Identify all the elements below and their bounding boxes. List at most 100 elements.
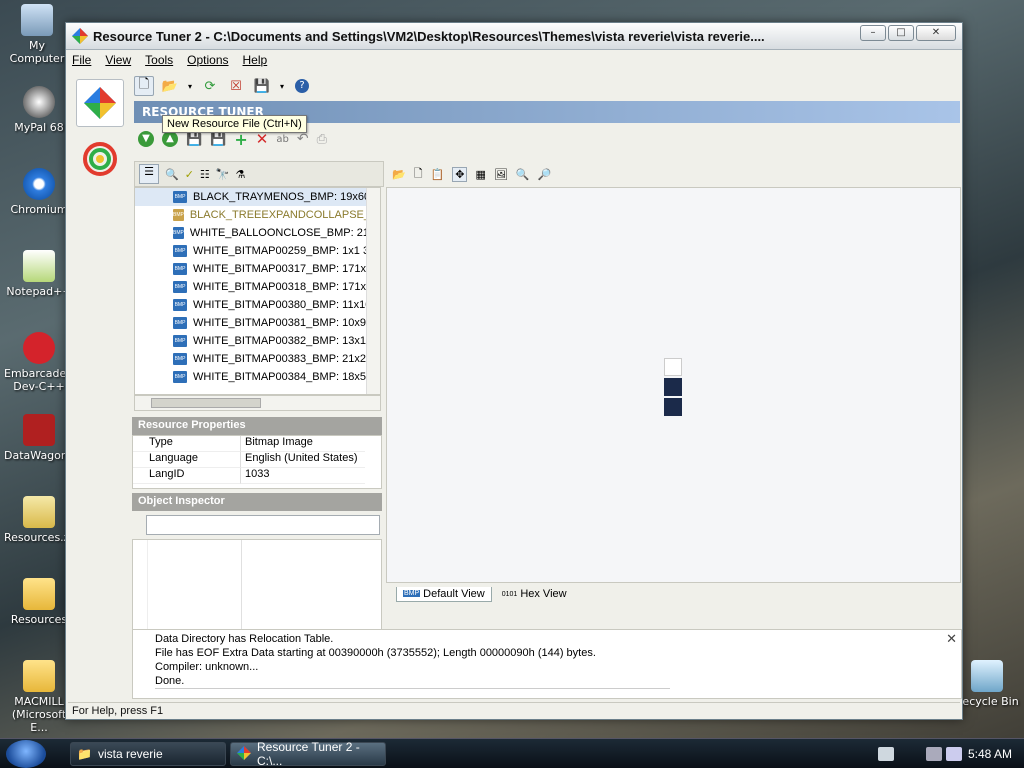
close-file-icon: ☒ [230, 78, 242, 94]
tree-item[interactable]: BMP BLACK_TRAYMENOS_BMP: 19x60 3 [135, 188, 380, 206]
close-button[interactable]: ✕ [916, 25, 956, 41]
save-icon: 💾 [253, 78, 271, 94]
volume-icon[interactable] [946, 747, 962, 761]
folder-icon [23, 578, 55, 610]
tab-default-view[interactable]: BMP Default View [396, 586, 492, 602]
menu-file[interactable]: File [72, 53, 91, 67]
tree-item[interactable]: BMP WHITE_BALLOONCLOSE_BMP: 21x5 [135, 224, 380, 242]
binoculars-icon[interactable]: 🔭 [216, 168, 230, 181]
object-inspector-select[interactable] [146, 515, 380, 535]
tree-item[interactable]: BMP WHITE_BITMAP00384_BMP: 18x50 [135, 368, 380, 386]
task-vista-reverie[interactable]: 📁 vista reverie [70, 742, 226, 766]
resource-tree[interactable]: BMP BLACK_TRAYMENOS_BMP: 19x60 3 BMP BLACK… [134, 187, 381, 395]
paste-icon[interactable]: 📋 [431, 168, 445, 181]
refresh-button[interactable]: ⟳ [200, 76, 220, 96]
object-inspector-header: Object Inspector [132, 493, 382, 511]
tree-vertical-scrollbar[interactable] [366, 188, 380, 394]
raccoon-icon [23, 86, 55, 118]
minimize-button[interactable]: – [860, 25, 886, 41]
bitmap-icon: BMP [173, 209, 184, 221]
image-icon[interactable]: 🖼 [494, 168, 508, 181]
menu-options[interactable]: Options [187, 53, 228, 67]
property-value: English (United States) [241, 452, 365, 468]
search-resource-icon[interactable]: 🔍 [165, 168, 179, 181]
property-key: Type [133, 436, 241, 452]
bitmap-icon: BMP [173, 191, 187, 203]
bitmap-icon: BMP [173, 299, 187, 311]
keyboard-icon[interactable] [878, 747, 894, 761]
tree-horizontal-scrollbar[interactable] [134, 395, 381, 411]
bitmap-icon: BMP [173, 335, 187, 347]
open-dropdown-button[interactable]: ▾ [186, 76, 194, 96]
go-up-icon[interactable]: ▲ [162, 131, 178, 147]
new-file-button[interactable]: 🗋 [134, 76, 154, 96]
resource-properties-header: Resource Properties [132, 417, 382, 435]
chromium-icon [23, 168, 55, 200]
app-icon [237, 745, 251, 763]
export-icon[interactable]: 💾 [186, 132, 202, 147]
start-button[interactable] [6, 740, 46, 768]
save-dropdown-button[interactable]: ▾ [278, 76, 286, 96]
desktop-icon-my-computer[interactable]: My Computer [2, 4, 72, 65]
tree-item[interactable]: BMP WHITE_BITMAP00259_BMP: 1x1 32 [135, 242, 380, 260]
view-tabs: BMP Default View 0101 Hex View [386, 584, 961, 604]
print-icon[interactable]: ⎙ [317, 132, 327, 147]
resource-wheel-button[interactable] [76, 135, 124, 183]
desktop-icon-chromium[interactable]: Chromium [4, 168, 74, 216]
zoom-in-icon[interactable]: 🔍 [516, 168, 530, 181]
recycle-bin-icon [971, 660, 1003, 692]
tab-hex-view[interactable]: 0101 Hex View [496, 587, 573, 601]
copy-icon[interactable]: 🗋 [414, 165, 423, 184]
menu-view[interactable]: View [105, 53, 131, 67]
close-icon[interactable]: ✕ [946, 632, 957, 646]
save-resource-icon[interactable]: 💾 [210, 132, 226, 147]
help-button[interactable]: ? [292, 76, 312, 96]
tree-item[interactable]: BMP WHITE_BITMAP00380_BMP: 11x10 [135, 296, 380, 314]
go-down-icon[interactable]: ▼ [138, 131, 154, 147]
tree-item[interactable]: BMP BLACK_TREEEXPANDCOLLAPSE_BM [135, 206, 380, 224]
desktop-icon-datawagon[interactable]: DataWagon... [4, 414, 78, 462]
task-resource-tuner[interactable]: Resource Tuner 2 - C:\... [230, 740, 386, 768]
tree-view-icon[interactable]: ☰ [139, 164, 159, 184]
tree-item[interactable]: BMP WHITE_BITMAP00381_BMP: 10x90 [135, 314, 380, 332]
tree-item[interactable]: BMP WHITE_BITMAP00317_BMP: 171x2 [135, 260, 380, 278]
preview-tile [664, 378, 682, 396]
desktop-icon-macmill[interactable]: MACMILL (Microsoft E... [4, 660, 74, 734]
fit-icon[interactable]: ▦ [475, 168, 485, 181]
undo-icon[interactable]: ↶ [297, 131, 309, 147]
desktop-icon-devcpp[interactable]: Embarcadero Dev-C++ [4, 332, 77, 393]
open-folder-icon: 📂 [161, 78, 179, 94]
zoom-out-icon[interactable]: 🔎 [538, 168, 552, 181]
zip-icon [23, 496, 55, 528]
compare-icon[interactable]: ⚗ [236, 168, 246, 181]
scrollbar-thumb[interactable] [151, 398, 261, 408]
desktop-icon-notepadpp[interactable]: Notepad++ [4, 250, 74, 298]
tree-item[interactable]: BMP WHITE_BITMAP00382_BMP: 13x13 [135, 332, 380, 350]
folder-icon: 📁 [77, 747, 92, 761]
property-row[interactable]: Type Bitmap Image [133, 436, 381, 452]
new-file-tooltip: New Resource File (Ctrl+N) [162, 115, 307, 133]
open-image-icon[interactable]: 📂 [392, 168, 406, 181]
desktop-icon-resources-zip[interactable]: Resources.zip [4, 496, 80, 544]
rename-icon[interactable]: ab [276, 134, 288, 145]
desktop-icon-mypal[interactable]: MyPal 68 [4, 86, 74, 134]
title-bar[interactable]: Resource Tuner 2 - C:\Documents and Sett… [66, 23, 962, 50]
tree-item[interactable]: BMP WHITE_BITMAP00383_BMP: 21x22 [135, 350, 380, 368]
checklist-icon[interactable]: ☷ [200, 168, 210, 181]
network-icon[interactable] [926, 747, 942, 761]
menu-help[interactable]: Help [243, 53, 268, 67]
maximize-button[interactable]: □ [888, 25, 914, 41]
open-file-button[interactable]: 📂 [160, 76, 180, 96]
desktop-icon-resources[interactable]: Resources [4, 578, 74, 626]
menu-tools[interactable]: Tools [145, 53, 173, 67]
resource-tuner-big-button[interactable] [76, 79, 124, 127]
actual-size-icon[interactable]: ✥ [452, 166, 468, 182]
filter-icon[interactable]: ✓ [185, 168, 194, 181]
property-row[interactable]: Language English (United States) [133, 452, 381, 468]
clock[interactable]: 5:48 AM [968, 747, 1012, 761]
tree-item[interactable]: BMP WHITE_BITMAP00318_BMP: 171x2 [135, 278, 380, 296]
refresh-icon: ⟳ [204, 78, 216, 94]
close-file-button[interactable]: ☒ [226, 76, 246, 96]
save-button[interactable]: 💾 [252, 76, 272, 96]
property-row[interactable]: LangID 1033 [133, 468, 381, 484]
